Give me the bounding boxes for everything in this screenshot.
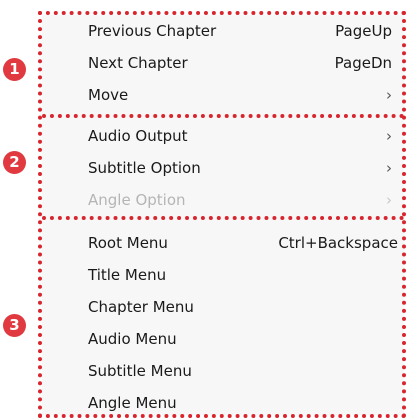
- menu-item-label: Subtitle Option: [88, 159, 201, 177]
- menu-item-label: Next Chapter: [88, 54, 188, 72]
- menu-item-audio-menu[interactable]: Audio Menu: [88, 326, 392, 352]
- menu-item-audio-output[interactable]: Audio Output ›: [88, 123, 392, 149]
- menu-item-label: Previous Chapter: [88, 22, 217, 40]
- context-menu: Previous Chapter PageUp Next Chapter Pag…: [42, 15, 404, 415]
- menu-item-next-chapter[interactable]: Next Chapter PageDn: [88, 50, 392, 76]
- chevron-right-icon: ›: [386, 127, 392, 145]
- menu-item-subtitle-option[interactable]: Subtitle Option ›: [88, 155, 392, 181]
- menu-item-label: Angle Option: [88, 191, 186, 209]
- chevron-right-icon: ›: [386, 86, 392, 104]
- menu-item-previous-chapter[interactable]: Previous Chapter PageUp: [88, 18, 392, 44]
- menu-item-label: Title Menu: [88, 266, 167, 284]
- callout-badge-2: 2: [3, 151, 26, 174]
- menu-separator: [42, 114, 404, 118]
- callout-badge-1: 1: [3, 58, 26, 81]
- menu-item-label: Angle Menu: [88, 394, 177, 412]
- menu-item-angle-option: Angle Option ›: [88, 187, 392, 213]
- menu-item-label: Audio Output: [88, 127, 188, 145]
- menu-item-angle-menu[interactable]: Angle Menu: [88, 390, 392, 416]
- menu-item-label: Chapter Menu: [88, 298, 194, 316]
- callout-badge-3: 3: [3, 314, 26, 337]
- annotated-context-menu-figure: Previous Chapter PageUp Next Chapter Pag…: [0, 0, 406, 418]
- menu-item-shortcut: PageUp: [335, 22, 392, 40]
- menu-item-title-menu[interactable]: Title Menu: [88, 262, 392, 288]
- chevron-right-icon: ›: [386, 159, 392, 177]
- menu-separator: [42, 216, 404, 220]
- menu-item-label: Move: [88, 86, 129, 104]
- menu-item-chapter-menu[interactable]: Chapter Menu: [88, 294, 392, 320]
- menu-item-label: Audio Menu: [88, 330, 177, 348]
- menu-item-label: Root Menu: [88, 234, 168, 252]
- menu-item-shortcut: PageDn: [334, 54, 392, 72]
- menu-item-label: Subtitle Menu: [88, 362, 192, 380]
- menu-item-shortcut: Ctrl+Backspace: [278, 234, 398, 252]
- chevron-right-icon: ›: [386, 191, 392, 209]
- menu-item-subtitle-menu[interactable]: Subtitle Menu: [88, 358, 392, 384]
- menu-item-root-menu[interactable]: Root Menu Ctrl+Backspace: [88, 230, 398, 256]
- menu-item-move[interactable]: Move ›: [88, 82, 392, 108]
